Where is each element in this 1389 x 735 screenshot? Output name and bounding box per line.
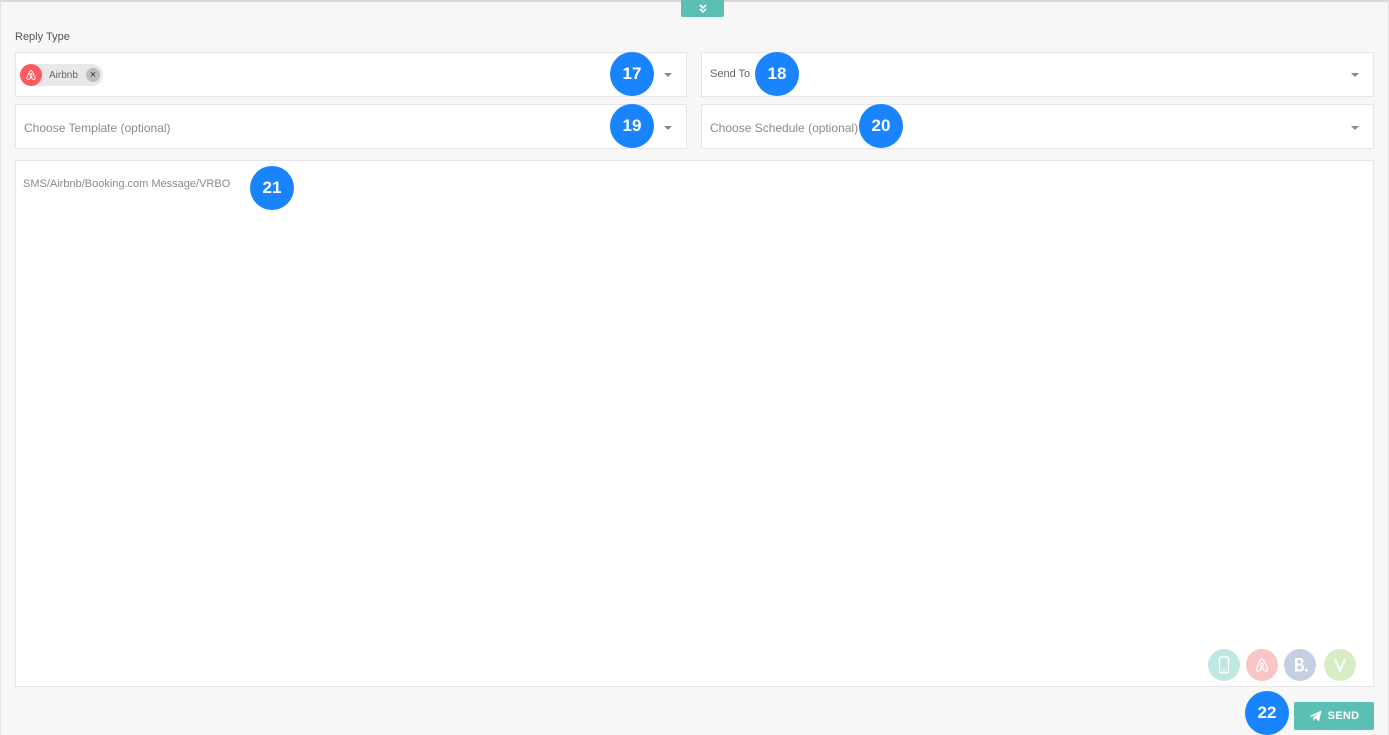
airbnb-icon[interactable]	[1246, 649, 1278, 681]
template-select[interactable]: Choose Template (optional)	[15, 104, 687, 149]
annotation-badge: 21	[250, 166, 294, 210]
annotation-badge: 19	[610, 104, 654, 148]
schedule-placeholder: Choose Schedule (optional)	[710, 121, 859, 135]
send-to-label: Send To	[710, 68, 751, 80]
annotation-badge: 18	[755, 52, 799, 96]
chip-label: Airbnb	[49, 69, 78, 81]
reply-type-select[interactable]: Airbnb ×	[15, 52, 687, 97]
chevron-down-icon[interactable]	[664, 73, 672, 77]
reply-type-label: Reply Type	[15, 31, 70, 43]
chevron-down-icon[interactable]	[1351, 126, 1359, 130]
chip-remove-icon[interactable]: ×	[86, 68, 100, 82]
annotation-badge: 22	[1245, 691, 1289, 735]
send-button[interactable]: SEND	[1294, 702, 1374, 730]
chevron-down-icon[interactable]	[1351, 73, 1359, 77]
collapse-toggle-button[interactable]	[681, 0, 724, 17]
phone-icon[interactable]	[1208, 649, 1240, 681]
paper-plane-icon	[1309, 710, 1322, 722]
send-to-select[interactable]: Send To	[701, 52, 1374, 97]
message-textarea[interactable]: SMS/Airbnb/Booking.com Message/VRBO	[15, 160, 1374, 687]
message-placeholder: SMS/Airbnb/Booking.com Message/VRBO	[23, 178, 231, 190]
double-chevron-down-icon	[698, 3, 707, 13]
template-placeholder: Choose Template (optional)	[24, 121, 171, 135]
airbnb-icon	[20, 64, 42, 86]
annotation-badge: 17	[610, 52, 654, 96]
vrbo-icon[interactable]	[1324, 649, 1356, 681]
schedule-select[interactable]: Choose Schedule (optional)	[701, 104, 1374, 149]
booking-icon[interactable]	[1284, 649, 1316, 681]
annotation-badge: 20	[859, 104, 903, 148]
reply-type-chip: Airbnb ×	[20, 64, 103, 86]
chevron-down-icon[interactable]	[664, 126, 672, 130]
send-label: SEND	[1327, 710, 1360, 722]
